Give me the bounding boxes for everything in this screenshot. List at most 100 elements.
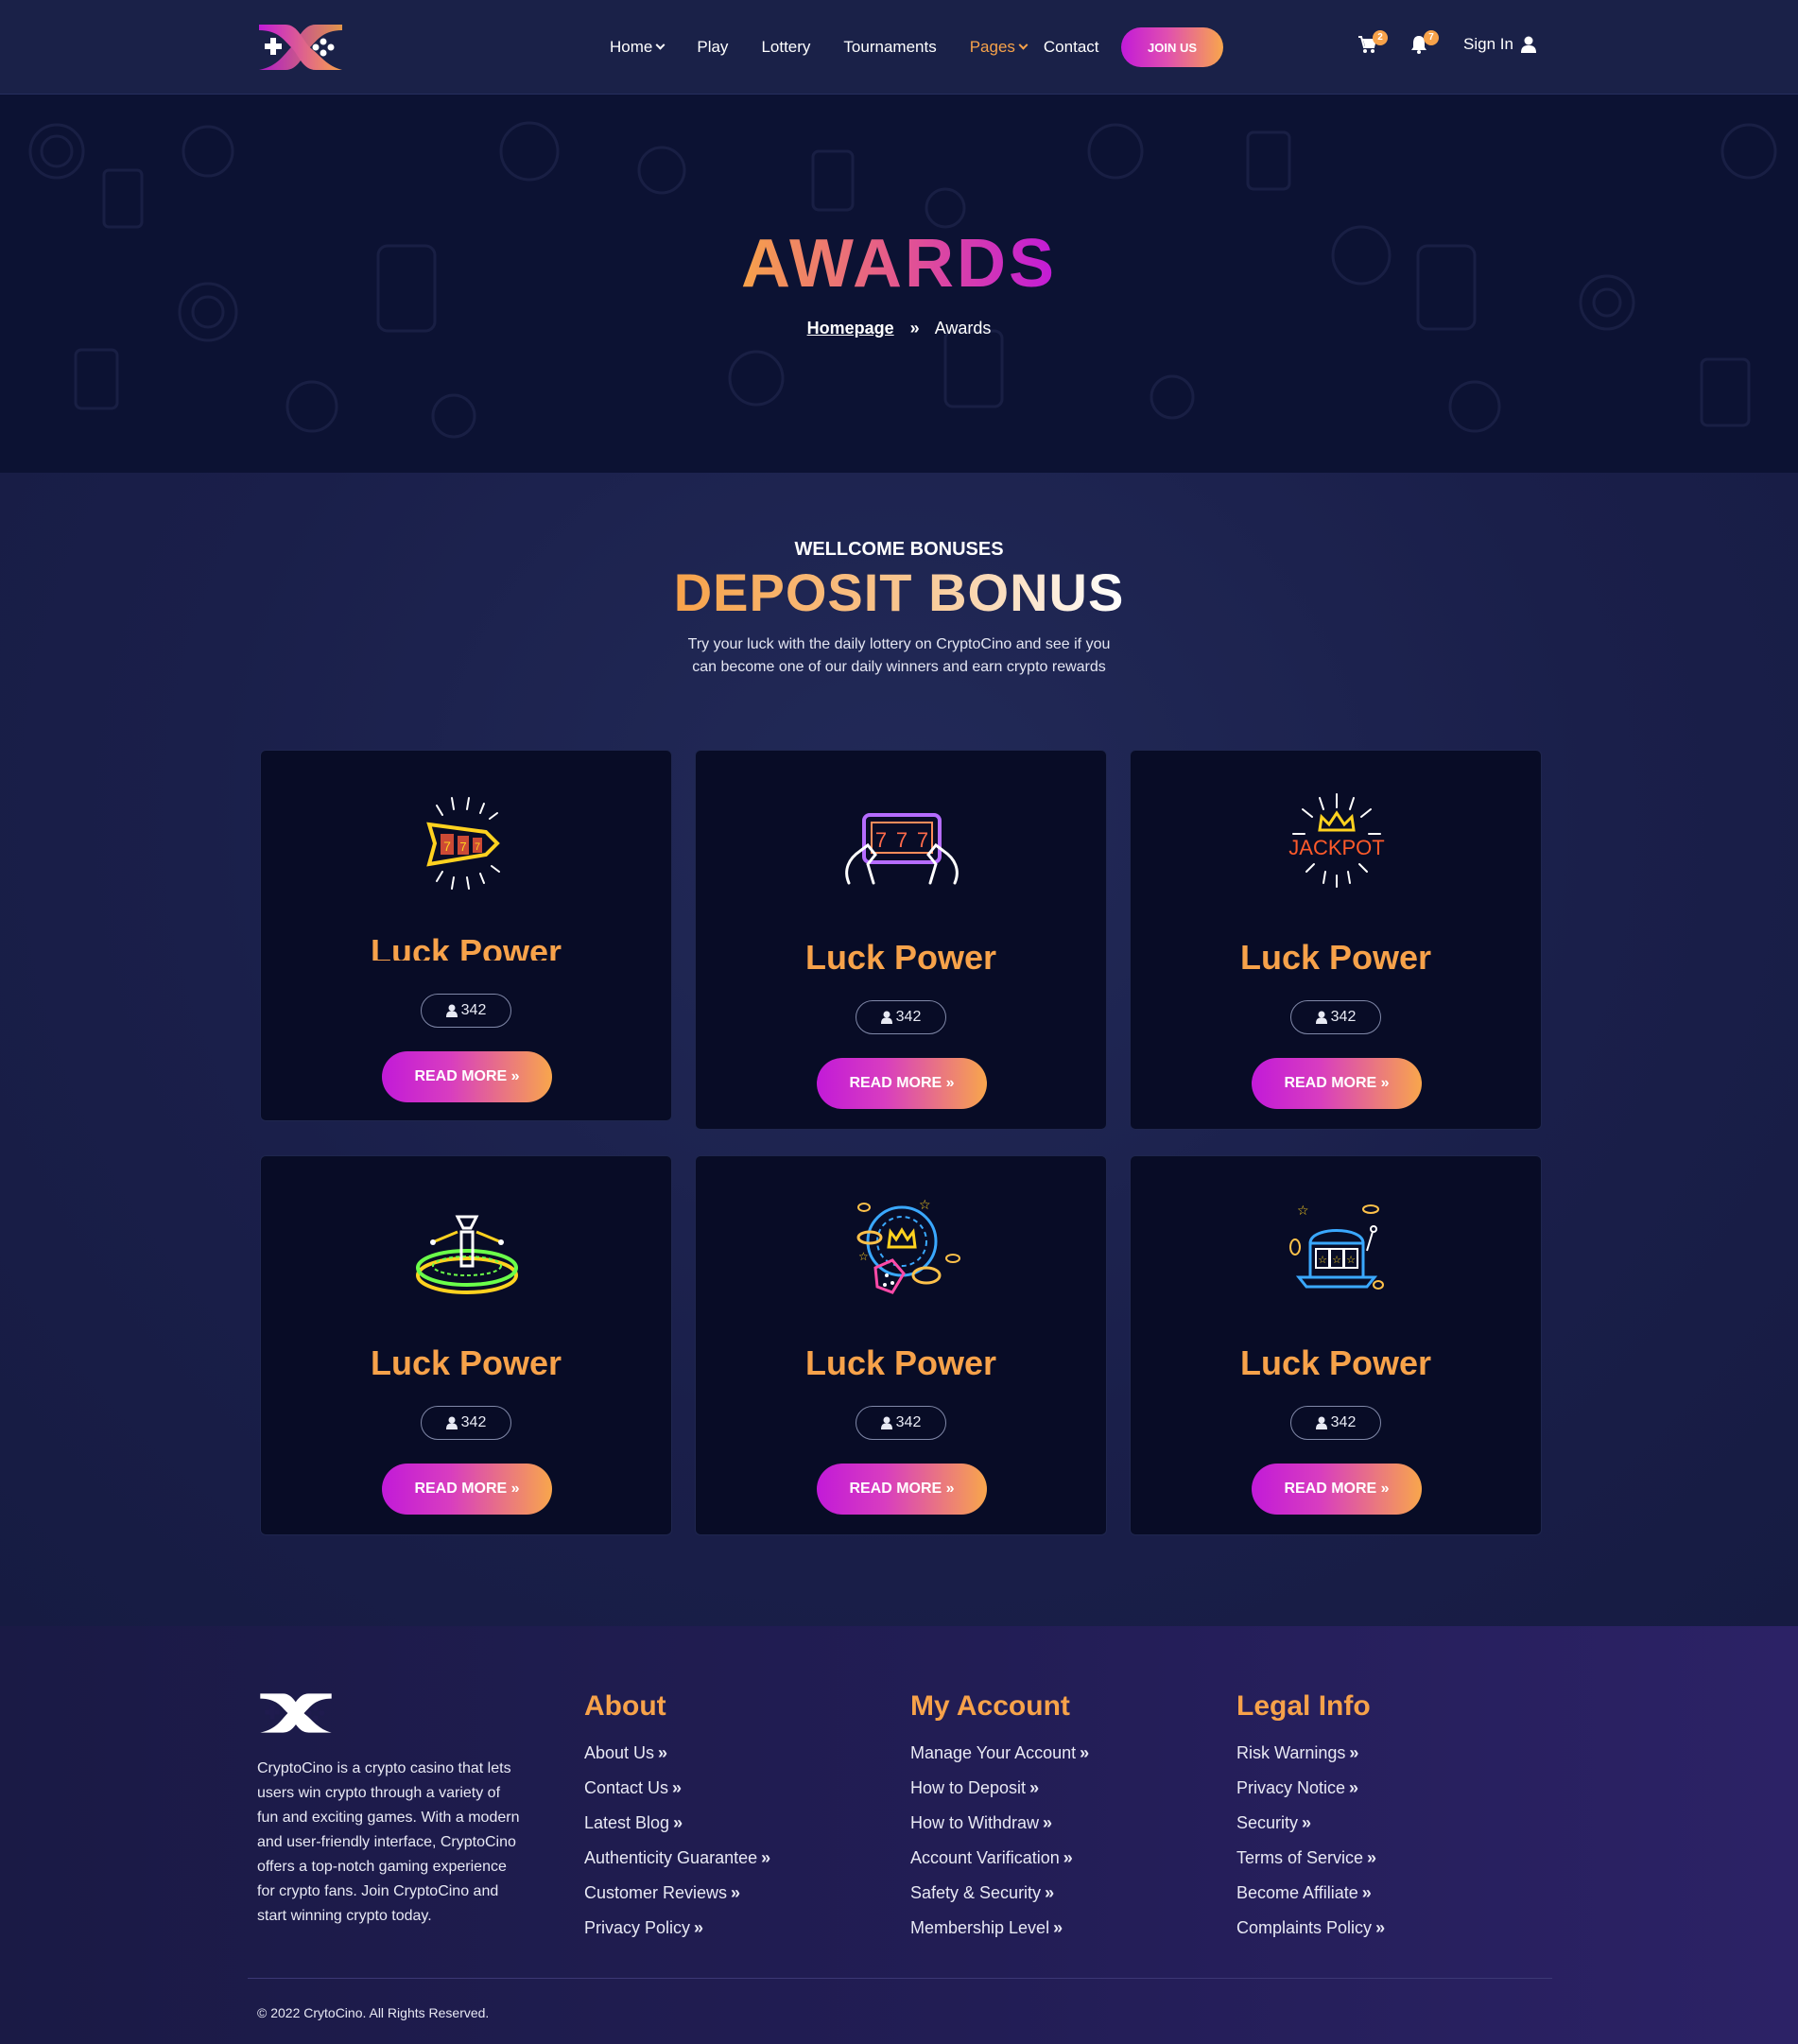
footer-link[interactable]: Security» — [1236, 1806, 1385, 1841]
footer-link[interactable]: Manage Your Account» — [910, 1736, 1089, 1771]
card-count-value: 342 — [895, 1414, 922, 1430]
user-icon — [445, 1004, 458, 1017]
chevron-down-icon — [655, 40, 666, 50]
footer-link[interactable]: Safety & Security» — [910, 1876, 1089, 1911]
footer-link[interactable]: About Us» — [584, 1736, 770, 1771]
site-logo[interactable] — [257, 21, 344, 74]
card-title: Luck Power — [804, 938, 997, 977]
user-icon — [445, 1416, 458, 1429]
nav-play[interactable]: Play — [697, 38, 728, 57]
nav-pages[interactable]: Pages — [970, 38, 1029, 57]
footer-column-my-account: My Account Manage Your Account» How to D… — [910, 1690, 1089, 1946]
card-count: 342 — [856, 1406, 946, 1440]
card-title: Luck Power — [370, 1343, 562, 1382]
site-footer: CryptoCino is a crypto casino that lets … — [0, 1626, 1798, 2044]
read-more-button[interactable]: READ MORE » — [1252, 1058, 1422, 1109]
footer-link[interactable]: How to Deposit» — [910, 1771, 1089, 1806]
site-header: Home Play Lottery Tournaments Pages Cont… — [0, 0, 1798, 95]
svg-text:☆: ☆ — [1318, 1254, 1327, 1266]
copyright-text: © 2022 CrytoCino. All Rights Reserved. — [257, 2005, 490, 2020]
read-more-button[interactable]: READ MORE » — [382, 1464, 552, 1515]
page-hero: AWARDS Homepage » Awards — [0, 95, 1798, 473]
footer-about-text: CryptoCino is a crypto casino that lets … — [257, 1760, 520, 1924]
read-more-button[interactable]: READ MORE » — [1252, 1464, 1422, 1515]
breadcrumb-home-link[interactable]: Homepage — [807, 319, 894, 338]
card-count: 342 — [421, 994, 511, 1028]
svg-text:7: 7 — [459, 840, 466, 854]
footer-column-about: About About Us» Contact Us» Latest Blog»… — [584, 1690, 770, 1946]
section-subtitle: WELLCOME BONUSES — [794, 539, 1004, 560]
cart-button[interactable]: 2 — [1357, 30, 1388, 59]
card-count-value: 342 — [1330, 1414, 1357, 1430]
slot-reels-icon: 7 7 7 — [426, 797, 500, 890]
nav-contact-label: Contact — [1043, 38, 1099, 56]
card-count-value: 342 — [460, 1414, 487, 1430]
breadcrumb: Homepage » Awards — [0, 319, 1798, 338]
sign-in-link[interactable]: Sign In — [1463, 35, 1536, 54]
nav-tournaments[interactable]: Tournaments — [843, 38, 936, 57]
footer-link[interactable]: Customer Reviews» — [584, 1876, 770, 1911]
award-card: ☆ ☆ Luck Power 342 READ MORE » — [695, 1155, 1107, 1535]
footer-link[interactable]: Become Affiliate» — [1236, 1876, 1385, 1911]
nav-contact[interactable]: Contact — [1044, 38, 1099, 57]
cart-count-badge: 2 — [1373, 30, 1388, 45]
footer-link[interactable]: Authenticity Guarantee» — [584, 1841, 770, 1876]
user-icon — [880, 1011, 892, 1024]
footer-divider — [248, 1978, 1552, 1979]
svg-text:7: 7 — [475, 841, 480, 853]
laptop-slot-icon: ☆ ☆ ☆ ☆ — [1289, 1204, 1384, 1290]
footer-link[interactable]: Complaints Policy» — [1236, 1911, 1385, 1946]
svg-text:JACKPOT: JACKPOT — [1288, 836, 1384, 859]
footer-link[interactable]: Account Varification» — [910, 1841, 1089, 1876]
read-more-button[interactable]: READ MORE » — [817, 1464, 987, 1515]
notifications-button[interactable]: 7 — [1409, 30, 1439, 59]
svg-text:☆: ☆ — [1332, 1254, 1341, 1266]
card-count: 342 — [1290, 1406, 1381, 1440]
chevron-down-icon — [1018, 40, 1029, 50]
roulette-wheel-icon — [416, 1215, 518, 1294]
dice-crown-chips-icon: ☆ ☆ — [856, 1198, 960, 1294]
award-card: 7 7 7 Luck Power 342 READ MORE » — [695, 750, 1107, 1130]
nav-home-label: Home — [610, 38, 653, 56]
phone-777-icon: 7 7 7 — [845, 813, 959, 885]
svg-text:☆: ☆ — [1346, 1254, 1356, 1266]
footer-link[interactable]: Latest Blog» — [584, 1806, 770, 1841]
user-icon — [880, 1416, 892, 1429]
footer-link[interactable]: Privacy Notice» — [1236, 1771, 1385, 1806]
card-count: 342 — [1290, 1000, 1381, 1034]
read-more-button[interactable]: READ MORE » — [382, 1051, 552, 1102]
nav-lottery[interactable]: Lottery — [761, 38, 810, 57]
sign-in-label: Sign In — [1463, 35, 1513, 53]
card-title: Luck Power — [1239, 1343, 1432, 1382]
footer-link[interactable]: Terms of Service» — [1236, 1841, 1385, 1876]
user-icon — [1315, 1011, 1327, 1024]
main-nav: Home Play Lottery Tournaments Pages Cont… — [610, 0, 1132, 95]
card-count-value: 342 — [1330, 1009, 1357, 1025]
svg-text:☆: ☆ — [1297, 1204, 1309, 1219]
nav-play-label: Play — [697, 38, 729, 56]
jackpot-crown-icon: JACKPOT — [1288, 793, 1385, 888]
footer-link[interactable]: Risk Warnings» — [1236, 1736, 1385, 1771]
footer-link[interactable]: Privacy Policy» — [584, 1911, 770, 1946]
award-card: Luck Power 342 READ MORE » — [260, 1155, 672, 1535]
card-title: Luck Power — [1239, 938, 1432, 977]
user-icon — [1315, 1416, 1327, 1429]
breadcrumb-current: Awards — [934, 319, 992, 338]
join-us-button[interactable]: JOIN US — [1121, 27, 1223, 67]
footer-link[interactable]: How to Withdraw» — [910, 1806, 1089, 1841]
footer-link[interactable]: Contact Us» — [584, 1771, 770, 1806]
read-more-button[interactable]: READ MORE » — [817, 1058, 987, 1109]
award-card: ☆ ☆ ☆ ☆ Luck Power 342 READ MORE » — [1130, 1155, 1542, 1535]
notification-count-badge: 7 — [1424, 30, 1439, 45]
footer-column-legal-info: Legal Info Risk Warnings» Privacy Notice… — [1236, 1690, 1385, 1946]
nav-tournaments-label: Tournaments — [843, 38, 937, 56]
footer-logo[interactable] — [257, 1690, 335, 1736]
nav-home[interactable]: Home — [610, 38, 666, 57]
card-title: Luck Power — [804, 1343, 997, 1382]
double-chevron-right-icon: » — [909, 319, 920, 338]
footer-link[interactable]: Membership Level» — [910, 1911, 1089, 1946]
svg-text:7: 7 — [917, 828, 928, 852]
nav-lottery-label: Lottery — [761, 38, 811, 56]
footer-column-title: Legal Info — [1236, 1690, 1371, 1722]
footer-column-title: My Account — [910, 1690, 1070, 1722]
